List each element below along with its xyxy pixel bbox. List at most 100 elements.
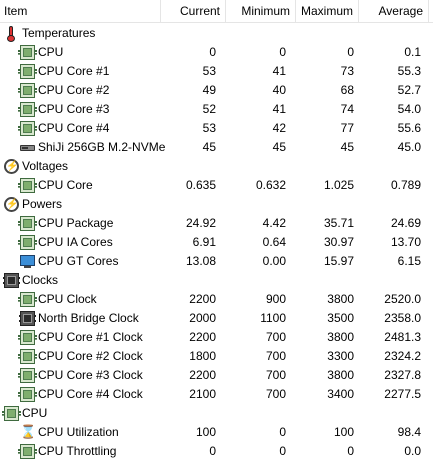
value-minimum: 4.42 xyxy=(262,216,286,230)
value-average: 52.7 xyxy=(397,83,421,97)
sensor-row[interactable]: CPU Core #2 49 40 68 52.7 xyxy=(0,81,433,100)
clock-chip-icon xyxy=(19,311,36,326)
value-minimum: 0.00 xyxy=(262,254,286,268)
value-maximum: 3400 xyxy=(327,387,354,401)
value-average: 45.0 xyxy=(397,140,421,154)
value-maximum: 3800 xyxy=(327,330,354,344)
tree-group-row[interactable]: Powers xyxy=(0,195,433,214)
sensor-row[interactable]: CPU IA Cores 6.91 0.64 30.97 13.70 xyxy=(0,233,433,252)
sensor-row[interactable]: CPU Core #3 Clock 2200 700 3800 2327.8 xyxy=(0,366,433,385)
clock-chip-icon xyxy=(3,273,20,288)
value-minimum: 40 xyxy=(272,83,286,97)
value-current: 0 xyxy=(209,444,216,458)
cpu-chip-icon xyxy=(18,45,37,60)
column-header-current[interactable]: Current xyxy=(161,0,226,22)
value-minimum: 700 xyxy=(265,330,286,344)
sensor-row[interactable]: CPU Clock 2200 900 3800 2520.0 xyxy=(0,290,433,309)
sensor-row[interactable]: CPU 0 0 0 0.1 xyxy=(0,43,433,62)
value-minimum: 900 xyxy=(265,292,286,306)
cpu-chip-icon xyxy=(18,387,37,402)
sensor-row[interactable]: CPU GT Cores 13.08 0.00 15.97 6.15 xyxy=(0,252,433,271)
sensor-row[interactable]: CPU Core #3 52 41 74 54.0 xyxy=(0,100,433,119)
value-minimum: 700 xyxy=(265,387,286,401)
cpu-chip-icon xyxy=(18,444,37,459)
group-label: Temperatures xyxy=(22,26,96,40)
value-average: 55.6 xyxy=(397,121,421,135)
value-average: 24.69 xyxy=(390,216,421,230)
value-maximum: 0 xyxy=(347,444,354,458)
value-current: 24.92 xyxy=(185,216,216,230)
value-maximum: 77 xyxy=(340,121,354,135)
value-minimum: 0 xyxy=(279,45,286,59)
column-header-maximum[interactable]: Maximum xyxy=(296,0,359,22)
value-current: 2200 xyxy=(189,330,216,344)
tree-group-row[interactable]: Clocks xyxy=(0,271,433,290)
value-current: 6.91 xyxy=(192,235,216,249)
power-icon xyxy=(4,197,19,212)
sensor-row[interactable]: ShiJi 256GB M.2-NVMe 45 45 45 45.0 xyxy=(0,138,433,157)
value-average: 2324.2 xyxy=(384,349,421,363)
cpu-chip-icon xyxy=(18,292,37,307)
value-minimum: 0 xyxy=(279,444,286,458)
value-maximum: 3300 xyxy=(327,349,354,363)
cpu-chip-icon xyxy=(18,83,37,98)
sensor-row[interactable]: CPU Core #2 Clock 1800 700 3300 2324.2 xyxy=(0,347,433,366)
value-minimum: 41 xyxy=(272,102,286,116)
value-minimum: 45 xyxy=(272,140,286,154)
value-maximum: 3800 xyxy=(327,368,354,382)
monitor-icon xyxy=(20,254,35,269)
tree-group-row[interactable]: Temperatures xyxy=(0,24,433,43)
cpu-chip-icon xyxy=(18,178,37,193)
column-header-minimum[interactable]: Minimum xyxy=(226,0,296,22)
column-header-bar: Item Current Minimum Maximum Average xyxy=(0,0,433,23)
value-maximum: 1.025 xyxy=(323,178,354,192)
value-current: 0.635 xyxy=(185,178,216,192)
value-average: 2327.8 xyxy=(384,368,421,382)
column-header-average[interactable]: Average xyxy=(359,0,429,22)
value-average: 0.1 xyxy=(404,45,421,59)
sensor-row[interactable]: CPU Core #4 Clock 2100 700 3400 2277.5 xyxy=(0,385,433,404)
value-minimum: 700 xyxy=(265,349,286,363)
group-label: Powers xyxy=(22,197,63,211)
cpu-chip-icon xyxy=(18,64,37,79)
value-average: 55.3 xyxy=(397,64,421,78)
sensor-row[interactable]: CPU Core #1 Clock 2200 700 3800 2481.3 xyxy=(0,328,433,347)
value-average: 2277.5 xyxy=(384,387,421,401)
sensor-row[interactable]: CPU Utilization100010098.4 xyxy=(0,423,433,442)
cpu-chip-icon xyxy=(18,330,37,345)
value-maximum: 15.97 xyxy=(323,254,354,268)
group-label: Voltages xyxy=(22,159,69,173)
sensor-row[interactable]: CPU Throttling 0 0 0 0.0 xyxy=(0,442,433,461)
value-maximum: 74 xyxy=(340,102,354,116)
value-current: 100 xyxy=(195,425,216,439)
tree-group-row[interactable]: Voltages xyxy=(0,157,433,176)
value-current: 0 xyxy=(209,45,216,59)
value-maximum: 35.71 xyxy=(323,216,354,230)
sensor-row[interactable]: CPU Core 0.635 0.632 1.025 0.789 xyxy=(0,176,433,195)
hourglass-icon xyxy=(20,424,35,440)
sensor-row[interactable]: CPU Core #4 53 42 77 55.6 xyxy=(0,119,433,138)
value-maximum: 30.97 xyxy=(323,235,354,249)
cpu-chip-icon xyxy=(18,121,37,136)
value-average: 0.789 xyxy=(390,178,421,192)
cpu-chip-icon xyxy=(18,102,37,117)
value-maximum: 73 xyxy=(340,64,354,78)
value-average: 2520.0 xyxy=(384,292,421,306)
value-average: 13.70 xyxy=(390,235,421,249)
value-current: 49 xyxy=(202,83,216,97)
thermometer-icon xyxy=(4,26,19,42)
value-maximum: 3800 xyxy=(327,292,354,306)
value-minimum: 42 xyxy=(272,121,286,135)
sensor-row[interactable]: CPU Core #1 53 41 73 55.3 xyxy=(0,62,433,81)
value-current: 52 xyxy=(202,102,216,116)
value-current: 2000 xyxy=(189,311,216,325)
tree-group-row[interactable]: CPU xyxy=(0,404,433,423)
value-minimum: 0 xyxy=(279,425,286,439)
sensor-row[interactable]: North Bridge Clock 2000 1100 3500 2358.0 xyxy=(0,309,433,328)
value-maximum: 0 xyxy=(347,45,354,59)
cpu-chip-icon xyxy=(18,235,37,250)
column-header-item[interactable]: Item xyxy=(0,0,161,22)
value-current: 45 xyxy=(202,140,216,154)
value-current: 53 xyxy=(202,121,216,135)
sensor-row[interactable]: CPU Package 24.92 4.42 35.71 24.69 xyxy=(0,214,433,233)
